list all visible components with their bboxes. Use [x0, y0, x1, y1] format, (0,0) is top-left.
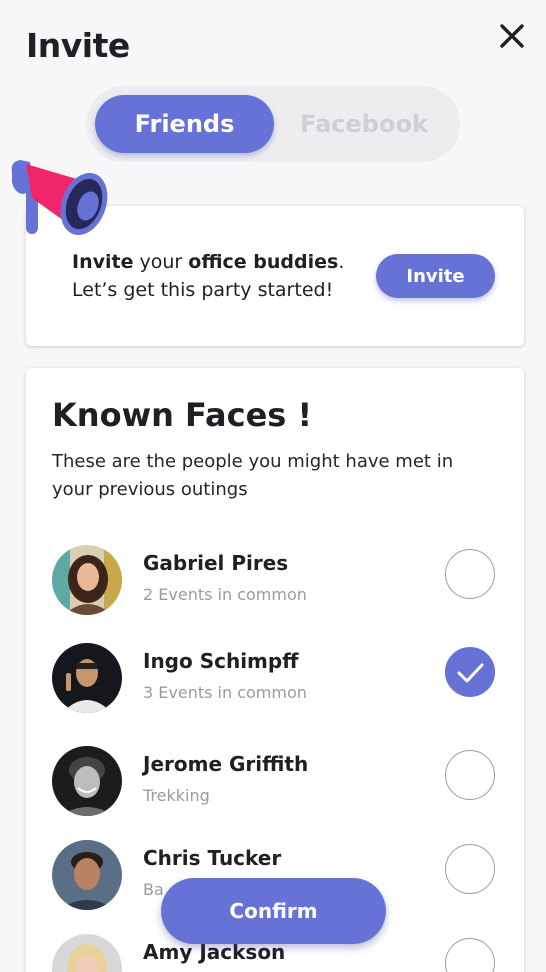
person-name: Gabriel Pires: [143, 551, 289, 575]
person-name: Jerome Griffith: [143, 752, 309, 776]
tab-friends[interactable]: Friends: [95, 95, 274, 153]
avatar: [52, 545, 122, 615]
page-title: Invite: [26, 26, 130, 65]
select-checkbox[interactable]: [445, 549, 495, 599]
select-checkbox[interactable]: [445, 750, 495, 800]
tab-facebook[interactable]: Facebook: [276, 95, 452, 153]
checkmark-icon: [457, 663, 484, 683]
known-faces-subtitle: These are the people you might have met …: [52, 451, 454, 500]
close-icon: [500, 24, 524, 48]
megaphone-icon: [11, 160, 108, 235]
person-detail: Trekking: [143, 786, 210, 805]
person-name: Ingo Schimpff: [143, 649, 299, 673]
person-name: Chris Tucker: [143, 846, 282, 870]
invite-button[interactable]: Invite: [376, 254, 495, 298]
list-item[interactable]: Ingo Schimpff 3 Events in common: [52, 643, 502, 715]
select-checkbox[interactable]: [445, 938, 495, 972]
invite-message: Invite your office buddies. Let’s get th…: [72, 251, 345, 301]
avatar: [52, 643, 122, 713]
tab-switcher: Friends Facebook: [86, 86, 460, 162]
person-detail: 2 Events in common: [143, 585, 307, 604]
person-detail: 3 Events in common: [143, 683, 307, 702]
list-item[interactable]: Jerome Griffith Trekking: [52, 746, 502, 818]
avatar: [52, 746, 122, 816]
person-detail: Ba: [143, 880, 164, 899]
confirm-button[interactable]: Confirm: [161, 878, 386, 944]
select-checkbox[interactable]: [445, 844, 495, 894]
avatar: [52, 934, 122, 972]
list-item[interactable]: Gabriel Pires 2 Events in common: [52, 545, 502, 617]
select-checkbox[interactable]: [445, 647, 495, 697]
known-faces-title: Known Faces !: [52, 396, 313, 434]
close-button[interactable]: [498, 22, 526, 50]
avatar: [52, 840, 122, 910]
